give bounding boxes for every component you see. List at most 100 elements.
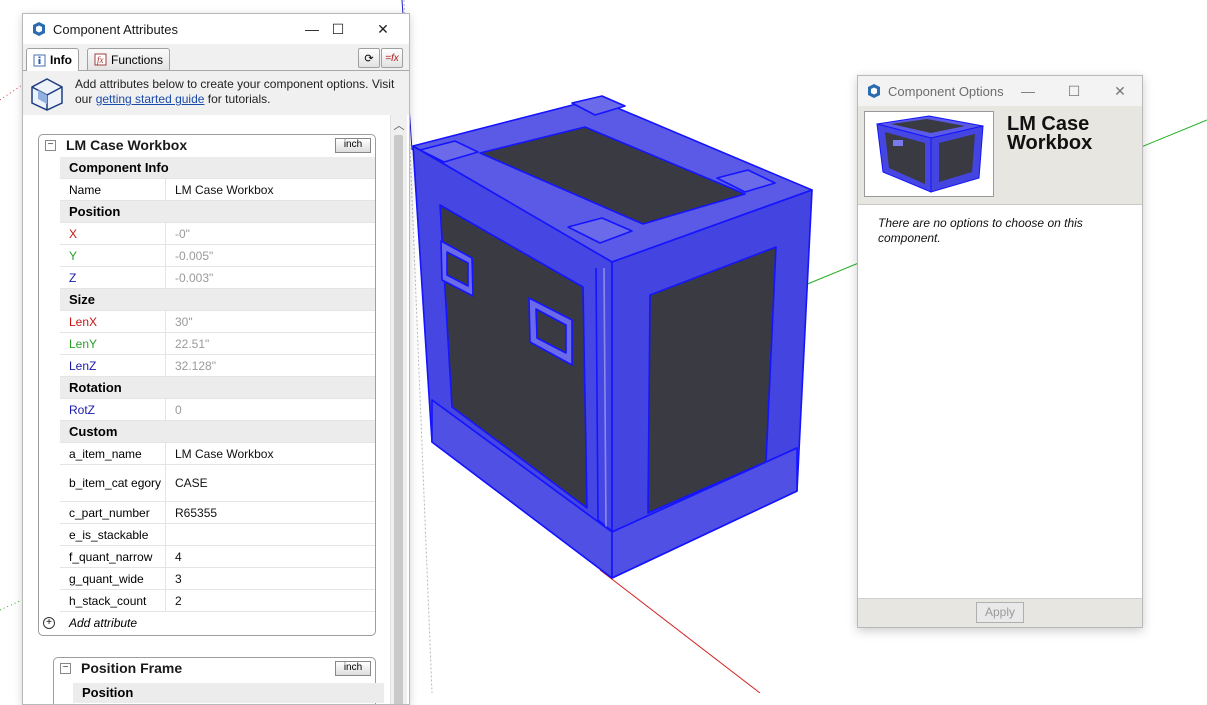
position-frame-group: Position [73, 683, 384, 703]
window-title: Component Attributes [53, 22, 179, 37]
info-banner: Add attributes below to create your comp… [23, 71, 409, 116]
attribute-value[interactable]: 2 [165, 589, 375, 612]
maximize-button[interactable]: ☐ [326, 18, 350, 40]
collapse-toggle[interactable]: − [45, 140, 56, 151]
maximize-button[interactable]: ☐ [1062, 80, 1086, 102]
attributes-tabbar: Info fx Functions ⟳ =fx [23, 44, 409, 71]
attribute-row[interactable]: b_item_cat egory CASE [60, 464, 375, 502]
attribute-name[interactable]: LenX [60, 310, 166, 333]
formula-toggle-icon: =fx [385, 52, 399, 64]
green-axis-dotted [0, 599, 23, 611]
attribute-value[interactable]: LM Case Workbox [165, 442, 375, 465]
tab-functions-label: Functions [111, 52, 164, 67]
attribute-row[interactable]: LenY 22.51" [60, 332, 375, 355]
attribute-group-label: Position [60, 200, 375, 223]
attribute-group-label: Custom [60, 420, 375, 443]
attribute-row[interactable]: RotZ 0 [60, 398, 375, 421]
attribute-value[interactable] [165, 523, 375, 546]
attributes-titlebar[interactable]: Component Attributes — ☐ ✕ [23, 14, 409, 44]
attribute-row[interactable]: a_item_name LM Case Workbox [60, 442, 375, 465]
attribute-name[interactable]: a_item_name [60, 442, 166, 465]
attribute-name[interactable]: e_is_stackable [60, 523, 166, 546]
attribute-name[interactable]: X [60, 222, 166, 245]
attribute-value[interactable]: -0.005" [165, 244, 375, 267]
add-attribute-row[interactable]: + Add attribute [39, 613, 375, 633]
attribute-row[interactable]: h_stack_count 2 [60, 589, 375, 612]
refresh-button[interactable]: ⟳ [358, 48, 380, 68]
attribute-group-label: Rotation [60, 376, 375, 399]
options-footer: Apply [858, 598, 1142, 627]
component-attributes-window[interactable]: Component Attributes — ☐ ✕ Info fx Funct… [22, 13, 410, 705]
vertical-scrollbar[interactable]: ︿ [390, 115, 407, 704]
attribute-row[interactable]: Y -0.005" [60, 244, 375, 267]
window-title: Component Options [888, 84, 1004, 99]
sketchup-logo-icon [868, 84, 880, 98]
banner-text: Add attributes below to create your comp… [75, 77, 405, 107]
tab-functions[interactable]: fx Functions [87, 48, 171, 70]
getting-started-link[interactable]: getting started guide [96, 92, 205, 106]
attribute-value[interactable]: 30" [165, 310, 375, 333]
component-section: − LM Case Workbox inch Component Info Nam… [38, 134, 376, 636]
tab-info-label: Info [50, 53, 72, 67]
formula-toggle-button[interactable]: =fx [381, 48, 403, 68]
component-thumbnail [864, 111, 994, 197]
add-attribute-label: Add attribute [69, 616, 138, 630]
attributes-body[interactable]: − LM Case Workbox inch Component Info Nam… [23, 115, 409, 704]
scroll-thumb[interactable] [394, 135, 403, 704]
tab-info[interactable]: Info [26, 48, 79, 71]
component-options-window[interactable]: Component Options — ☐ ✕ LM Case Workbox … [857, 75, 1143, 628]
minimize-button[interactable]: — [300, 18, 324, 40]
close-button[interactable]: ✕ [371, 18, 395, 40]
attribute-value[interactable]: 22.51" [165, 332, 375, 355]
attribute-value[interactable]: CASE [165, 464, 375, 502]
attribute-name[interactable]: Name [60, 178, 166, 201]
attribute-name[interactable]: f_quant_narrow [60, 545, 166, 568]
attribute-name[interactable]: c_part_number [60, 501, 166, 524]
minimize-button[interactable]: — [1016, 80, 1040, 102]
attribute-value[interactable]: 3 [165, 567, 375, 590]
attribute-row[interactable]: LenX 30" [60, 310, 375, 333]
apply-button[interactable]: Apply [976, 602, 1024, 623]
attribute-group-row: Component Info [60, 157, 375, 179]
collapse-toggle[interactable]: − [60, 663, 71, 674]
attribute-group-row: Custom [60, 420, 375, 443]
attribute-row[interactable]: Name LM Case Workbox [60, 178, 375, 201]
attribute-name[interactable]: b_item_cat egory [60, 464, 166, 502]
no-options-message: There are no options to choose on this c… [878, 216, 1083, 245]
attribute-value[interactable]: LM Case Workbox [165, 178, 375, 201]
close-button[interactable]: ✕ [1108, 80, 1132, 102]
attribute-group-label: Size [60, 288, 375, 311]
attribute-row[interactable]: e_is_stackable [60, 523, 375, 546]
attribute-value[interactable]: 0 [165, 398, 375, 421]
case-model [412, 95, 813, 579]
attribute-value[interactable]: 32.128" [165, 354, 375, 377]
case-thumbnail-image [876, 115, 984, 193]
attribute-value[interactable]: -0" [165, 222, 375, 245]
attribute-row[interactable]: g_quant_wide 3 [60, 567, 375, 590]
sketchup-logo-icon [33, 22, 45, 36]
unit-selector[interactable]: inch [335, 661, 371, 676]
attribute-value[interactable]: -0.003" [165, 266, 375, 289]
attribute-name[interactable]: LenY [60, 332, 166, 355]
unit-selector[interactable]: inch [335, 138, 371, 153]
attribute-row[interactable]: Z -0.003" [60, 266, 375, 289]
info-icon [33, 54, 46, 66]
attribute-name[interactable]: RotZ [60, 398, 166, 421]
position-frame-header: − Position Frame inch [54, 658, 375, 678]
attribute-row[interactable]: f_quant_narrow 4 [60, 545, 375, 568]
attribute-row[interactable]: c_part_number R65355 [60, 501, 375, 524]
attribute-row[interactable]: X -0" [60, 222, 375, 245]
svg-text:fx: fx [97, 55, 104, 65]
attribute-name[interactable]: LenZ [60, 354, 166, 377]
component-name: LM Case Workbox [1007, 113, 1093, 154]
attribute-value[interactable]: 4 [165, 545, 375, 568]
attribute-name[interactable]: h_stack_count [60, 589, 166, 612]
attribute-name[interactable]: g_quant_wide [60, 567, 166, 590]
attribute-value[interactable]: R65355 [165, 501, 375, 524]
banner-text-after: for tutorials. [204, 92, 271, 106]
attribute-name[interactable]: Z [60, 266, 166, 289]
attribute-name[interactable]: Y [60, 244, 166, 267]
attribute-row[interactable]: LenZ 32.128" [60, 354, 375, 377]
scroll-up-icon[interactable]: ︿ [393, 117, 405, 132]
options-titlebar[interactable]: Component Options — ☐ ✕ [858, 76, 1142, 106]
